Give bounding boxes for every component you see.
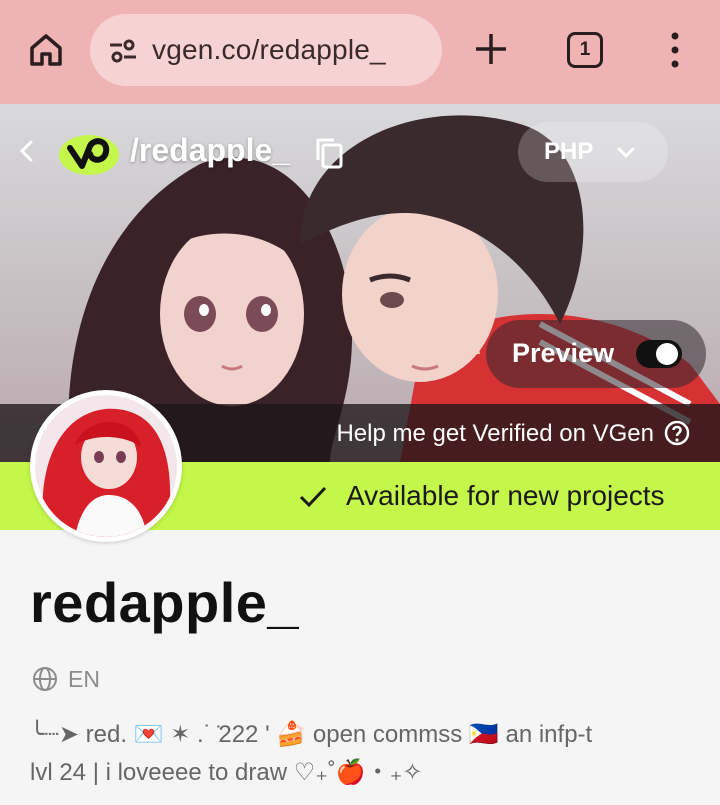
- globe-icon: [33, 667, 57, 691]
- preview-label: Preview: [512, 338, 615, 368]
- profile-handle: /redapple_: [130, 132, 291, 168]
- url-text: vgen.co/redapple_: [152, 34, 386, 65]
- vgen-logo-icon[interactable]: [56, 132, 122, 178]
- site-settings-icon[interactable]: [108, 38, 138, 64]
- back-icon[interactable]: [16, 138, 38, 164]
- profile-bio: ╰┈➤ red. 💌 ✶ .˙ ̇222 ' 🍰 open commss 🇵🇭 …: [30, 716, 690, 792]
- help-icon[interactable]: [664, 420, 690, 446]
- currency-selector[interactable]: PHP: [518, 122, 668, 182]
- more-menu-icon[interactable]: [664, 30, 686, 70]
- chevron-down-icon: [617, 147, 635, 159]
- preview-toggle[interactable]: Preview: [486, 320, 706, 388]
- bio-line-1: ╰┈➤ red. 💌 ✶ .˙ ̇222 ' 🍰 open commss 🇵🇭 …: [30, 721, 593, 748]
- verification-text: Help me get Verified on VGen: [336, 420, 654, 447]
- availability-text: Available for new projects: [346, 480, 665, 511]
- new-tab-icon[interactable]: [472, 30, 510, 68]
- tab-switcher-button[interactable]: 1: [567, 32, 603, 68]
- avatar-image: [35, 395, 177, 537]
- copy-icon[interactable]: [314, 136, 344, 170]
- home-icon[interactable]: [26, 30, 66, 70]
- address-bar[interactable]: vgen.co/redapple_: [90, 14, 442, 86]
- preview-switch[interactable]: [636, 340, 682, 368]
- currency-code: PHP: [544, 138, 594, 165]
- profile-name: redapple_: [30, 571, 300, 634]
- checkmark-icon: [299, 486, 327, 508]
- switch-knob: [656, 343, 678, 365]
- avatar[interactable]: [30, 390, 182, 542]
- language-code: EN: [68, 666, 100, 692]
- bio-line-2: lvl 24 | i loveeee to draw ♡₊˚🍎・₊✧: [30, 759, 423, 786]
- browser-toolbar: vgen.co/redapple_ 1: [0, 0, 720, 104]
